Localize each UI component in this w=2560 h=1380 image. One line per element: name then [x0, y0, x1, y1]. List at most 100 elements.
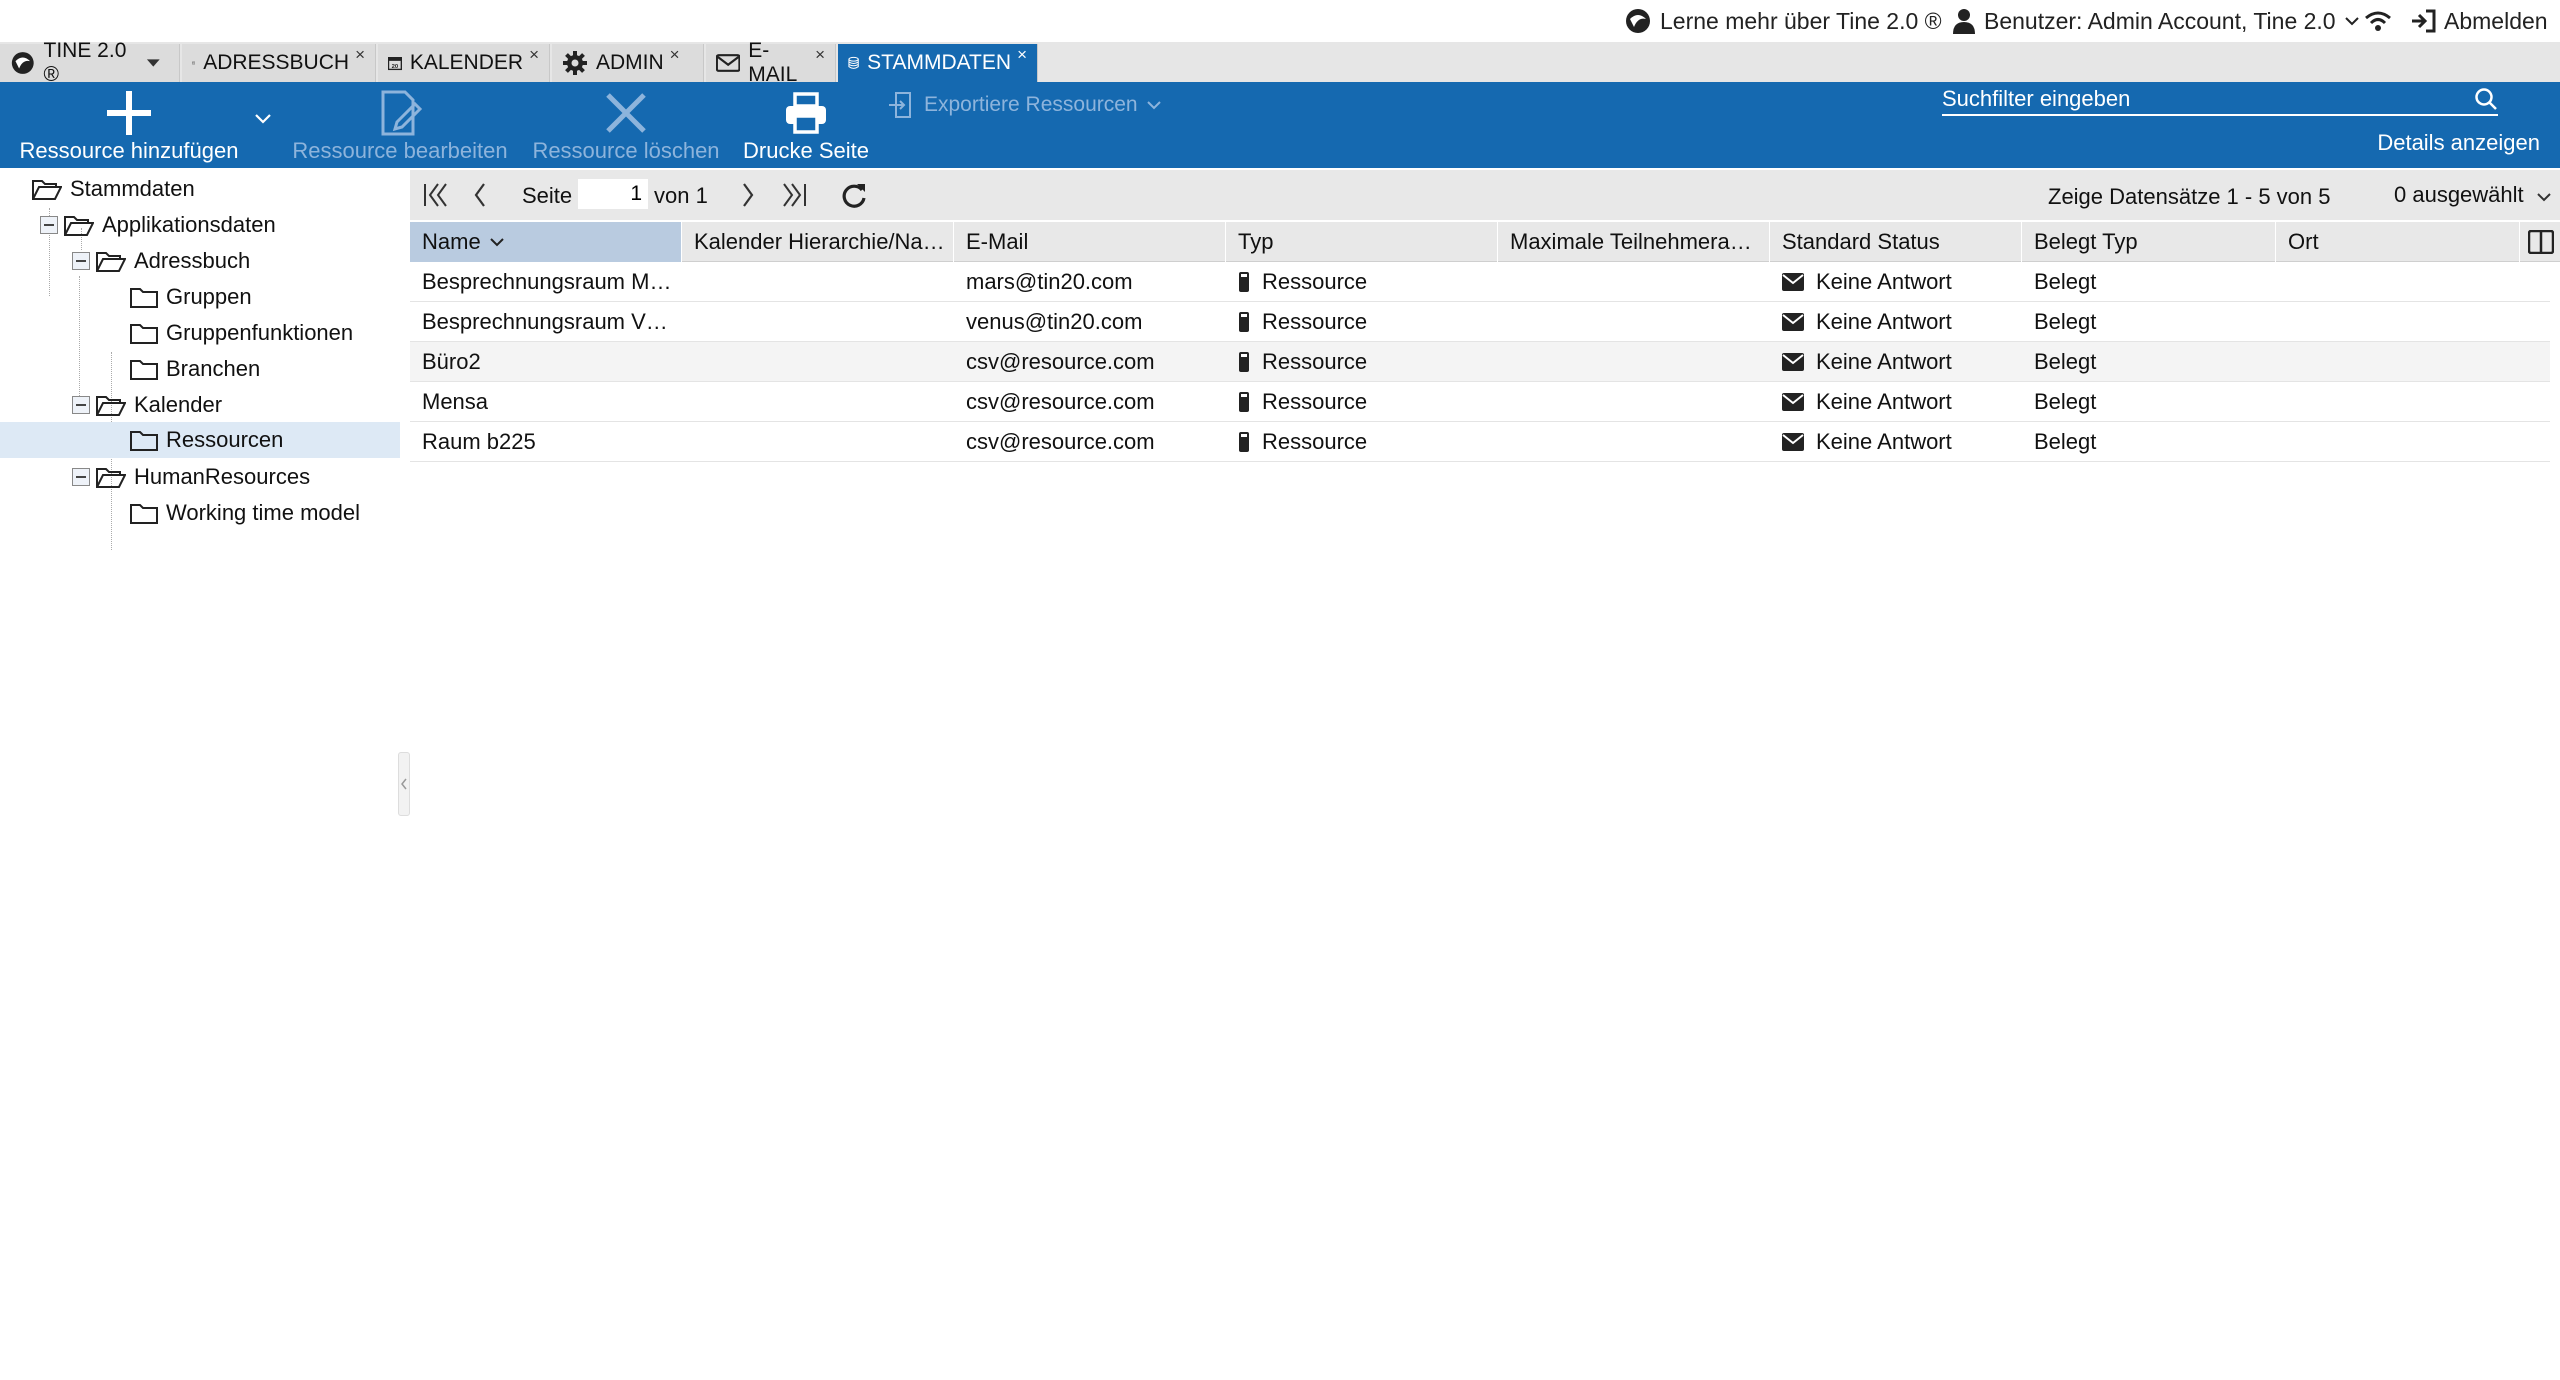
tree-node-branchen[interactable]: Branchen: [130, 352, 394, 386]
table-row[interactable]: Besprechnungsraum V… venus@tin20.com Res…: [410, 302, 2550, 342]
tree-node-ressourcen[interactable]: Ressourcen: [0, 422, 400, 458]
tree-node-working-time-model[interactable]: Working time model: [130, 496, 394, 530]
edit-resource-label: Ressource bearbeiten: [292, 138, 508, 163]
tree-node-stammdaten[interactable]: Stammdaten: [32, 172, 392, 206]
tab-tine[interactable]: TINE 2.0 ®: [0, 39, 180, 86]
search-input[interactable]: [1942, 86, 2442, 112]
tree-node-humanresources[interactable]: HumanResources: [96, 460, 394, 494]
tree-node-label: Applikationsdaten: [102, 212, 276, 237]
tree-node-adressbuch[interactable]: Adressbuch: [96, 244, 394, 278]
paging-toolbar: Seite von 1 Zeige Datensätze 1 - 5 von 5…: [410, 170, 2560, 220]
tree-node-kalender[interactable]: Kalender: [96, 388, 394, 422]
tree-node-label: HumanResources: [134, 464, 311, 489]
tree-node-label: Stammdaten: [70, 176, 195, 201]
cell-max-participants: [1498, 302, 1770, 342]
tab-tine-label: TINE 2.0 ®: [43, 39, 127, 86]
column-header-name[interactable]: Name: [410, 222, 682, 262]
column-header-type[interactable]: Typ: [1226, 222, 1498, 262]
collapse-toggle-icon[interactable]: [72, 252, 90, 270]
table-row[interactable]: Besprechnungsraum M… mars@tin20.com Ress…: [410, 262, 2550, 302]
selection-count[interactable]: 0 ausgewählt: [2394, 182, 2552, 208]
tab-close-icon[interactable]: ×: [355, 45, 365, 65]
cell-status: Keine Antwort: [1770, 422, 2022, 462]
folder-open-icon: [96, 396, 126, 416]
print-page-button[interactable]: Drucke Seite: [740, 88, 872, 164]
door-icon: [1239, 312, 1249, 332]
column-header-location[interactable]: Ort: [2276, 222, 2520, 262]
column-header-label: E-Mail: [966, 229, 1029, 254]
delete-resource-button[interactable]: Ressource löschen: [530, 88, 722, 164]
user-label: Benutzer: Admin Account, Tine 2.0: [1984, 7, 2336, 34]
column-header-label: Belegt Typ: [2034, 229, 2138, 254]
tab-kalender[interactable]: 20 KALENDER ×: [378, 44, 550, 82]
tab-close-icon[interactable]: ×: [670, 45, 680, 65]
export-icon: [889, 92, 911, 118]
last-page-icon[interactable]: [780, 182, 808, 208]
user-bar: Lerne mehr über Tine 2.0 ® Benutzer: Adm…: [0, 0, 2560, 42]
table-row[interactable]: Büro2 csv@resource.com Ressource Keine A…: [410, 342, 2550, 382]
tree-node-gruppen[interactable]: Gruppen: [130, 280, 394, 314]
collapse-toggle-icon[interactable]: [72, 468, 90, 486]
tab-admin[interactable]: ADMIN ×: [552, 44, 704, 82]
folder-open-icon: [32, 180, 62, 200]
folder-open-icon: [96, 252, 126, 272]
previous-page-icon[interactable]: [470, 182, 490, 208]
envelope-icon: [716, 54, 741, 72]
tree-node-applikationsdaten[interactable]: Applikationsdaten: [64, 208, 394, 242]
add-resource-button[interactable]: Ressource hinzufügen: [18, 88, 240, 164]
logout-button[interactable]: Abmelden: [2410, 6, 2548, 36]
door-icon: [1239, 272, 1249, 292]
tree-node-gruppenfunktionen[interactable]: Gruppenfunktionen: [130, 316, 394, 350]
column-header-busy-type[interactable]: Belegt Typ: [2022, 222, 2276, 262]
learn-more-link[interactable]: Lerne mehr über Tine 2.0 ®: [1624, 6, 1942, 36]
envelope-filled-icon: [1782, 313, 1804, 331]
cell-email: csv@resource.com: [966, 429, 1155, 454]
tab-close-icon[interactable]: ×: [815, 45, 825, 65]
first-page-icon[interactable]: [422, 182, 450, 208]
column-header-email[interactable]: E-Mail: [954, 222, 1226, 262]
calendar-icon: 20: [388, 57, 402, 71]
cell-location: [2276, 382, 2530, 422]
edit-resource-button[interactable]: Ressource bearbeiten: [290, 88, 510, 164]
search-field[interactable]: [1942, 84, 2498, 116]
column-header-max-participants[interactable]: Maximale Teilnehmera…: [1498, 222, 1770, 262]
tab-close-icon[interactable]: ×: [529, 45, 539, 65]
tab-close-icon[interactable]: ×: [1017, 45, 1027, 65]
selection-count-label: 0 ausgewählt: [2394, 182, 2524, 207]
column-header-status[interactable]: Standard Status: [1770, 222, 2022, 262]
collapse-toggle-icon[interactable]: [72, 396, 90, 414]
tab-stammdaten-label: STAMMDATEN: [867, 51, 1012, 74]
search-icon[interactable]: [2474, 87, 2498, 111]
tab-stammdaten[interactable]: STAMMDATEN ×: [838, 44, 1038, 82]
page-number-input[interactable]: [578, 179, 648, 209]
cell-status-label: Keine Antwort: [1816, 349, 1952, 374]
column-header-label: Kalender Hierarchie/Na…: [694, 229, 945, 254]
cell-location: [2276, 302, 2530, 342]
folder-open-icon: [64, 216, 94, 236]
cell-location: [2276, 422, 2530, 462]
panel-splitter[interactable]: [398, 752, 410, 816]
column-chooser-button[interactable]: [2527, 229, 2555, 259]
app-tab-bar: TINE 2.0 ® ADRESSBUCH × 20 KALENDER × AD…: [0, 39, 2560, 86]
cell-location: [2276, 342, 2530, 382]
door-icon: [1239, 432, 1249, 452]
user-menu[interactable]: Benutzer: Admin Account, Tine 2.0: [1952, 6, 2368, 36]
refresh-icon[interactable]: [840, 182, 868, 208]
collapse-toggle-icon[interactable]: [40, 216, 58, 234]
table-row[interactable]: Mensa csv@resource.com Ressource Keine A…: [410, 382, 2550, 422]
tab-adressbuch[interactable]: ADRESSBUCH ×: [182, 44, 376, 82]
close-icon: [606, 93, 646, 133]
show-details-toggle[interactable]: Details anzeigen: [2377, 130, 2540, 156]
cell-max-participants: [1498, 422, 1770, 462]
tab-email[interactable]: E-MAIL ×: [706, 39, 836, 86]
envelope-filled-icon: [1782, 433, 1804, 451]
cell-status: Keine Antwort: [1770, 382, 2022, 422]
add-resource-dropdown[interactable]: [254, 112, 272, 130]
table-row[interactable]: Raum b225 csv@resource.com Ressource Kei…: [410, 422, 2550, 462]
export-resources-button[interactable]: Exportiere Ressourcen: [888, 88, 1162, 122]
cell-type: Ressource: [1226, 422, 1498, 462]
next-page-icon[interactable]: [738, 182, 758, 208]
cell-status-label: Keine Antwort: [1816, 389, 1952, 414]
tine-logo-icon: [11, 52, 34, 74]
column-header-hierarchy[interactable]: Kalender Hierarchie/Na…: [682, 222, 954, 262]
